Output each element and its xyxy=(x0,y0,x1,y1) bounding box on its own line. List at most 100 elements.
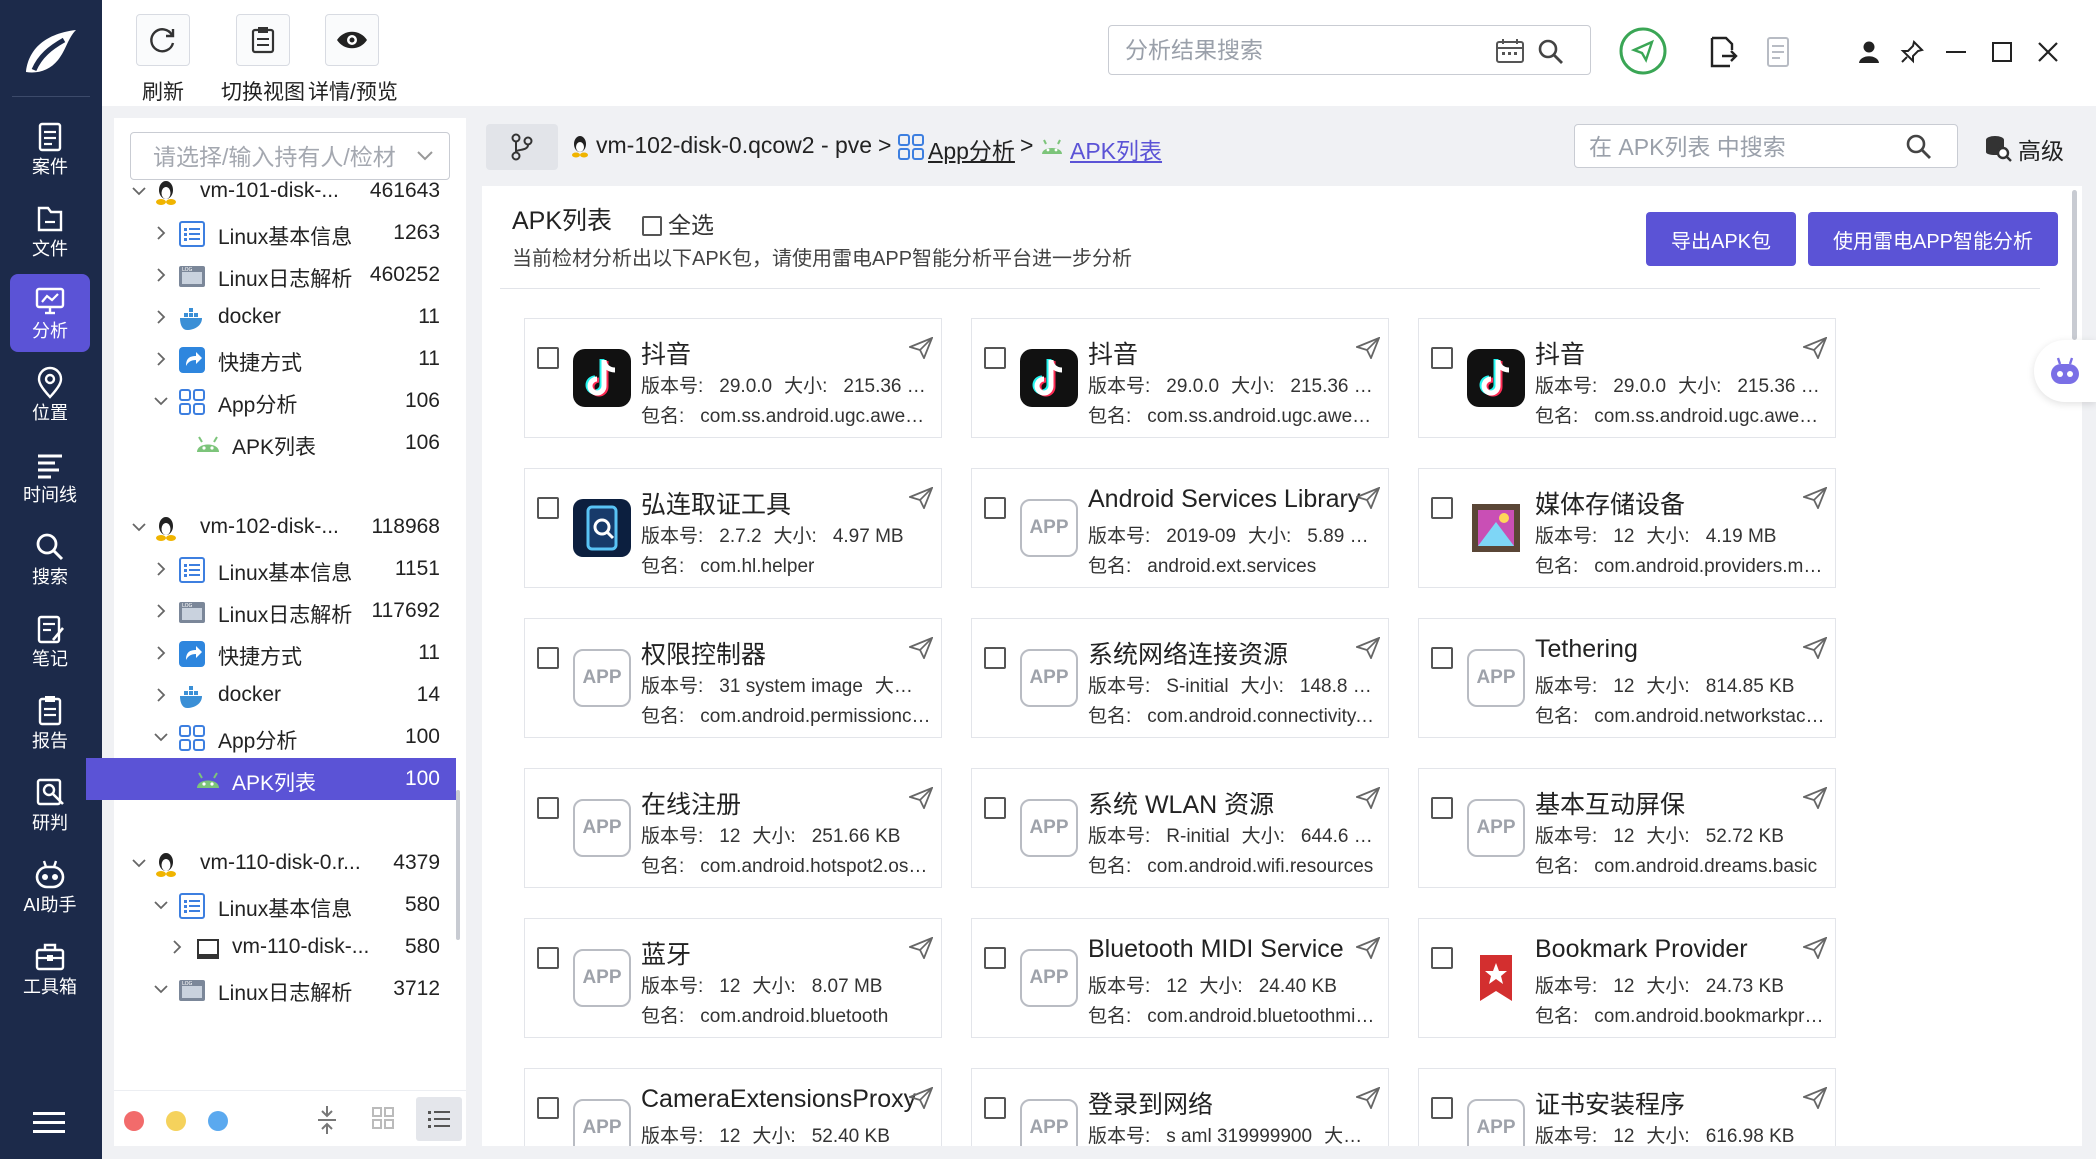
apk-card-checkbox[interactable] xyxy=(1431,347,1453,369)
tree-node[interactable]: App分析 106 xyxy=(114,380,456,422)
blue-dot-icon[interactable] xyxy=(208,1111,228,1131)
tree-node[interactable]: App分析 100 xyxy=(114,716,456,758)
user-icon[interactable] xyxy=(1858,40,1880,64)
chevron-right-icon[interactable] xyxy=(170,940,184,954)
owner-select-input[interactable] xyxy=(153,143,413,171)
send-icon[interactable] xyxy=(1803,637,1827,659)
apk-card-checkbox[interactable] xyxy=(537,647,559,669)
send-icon[interactable] xyxy=(909,487,933,509)
send-icon[interactable] xyxy=(1356,937,1380,959)
nav-item-ai-assistant[interactable]: AI助手 xyxy=(10,848,90,926)
nav-item-report[interactable]: 报告 xyxy=(10,684,90,762)
apk-card[interactable]: APP登录到网络版本号:s aml 319999900大小:包名:com.and… xyxy=(971,1068,1389,1146)
grid-view-icon[interactable] xyxy=(372,1107,394,1129)
send-icon[interactable] xyxy=(1803,787,1827,809)
send-icon[interactable] xyxy=(909,637,933,659)
minimize-icon[interactable] xyxy=(1946,50,1966,54)
chevron-right-icon[interactable] xyxy=(154,562,168,576)
apk-card-checkbox[interactable] xyxy=(984,1097,1006,1119)
send-icon[interactable] xyxy=(1356,787,1380,809)
refresh-button[interactable]: 刷新 xyxy=(136,14,190,106)
apk-card[interactable]: APP 基本互动屏保 版本号: 12 大小: 52.72 KB 包名: com.android… xyxy=(1418,768,1836,888)
apk-card[interactable]: 媒体存储设备 版本号: 12 大小: 4.19 MB 包名: com.android.pro… xyxy=(1418,468,1836,588)
apk-card-checkbox[interactable] xyxy=(537,347,559,369)
advanced-search-button[interactable]: 高级 xyxy=(1982,130,2082,164)
details-preview-button[interactable]: 详情/预览 xyxy=(308,14,398,106)
tree-node[interactable]: APK列表 100 xyxy=(86,758,456,800)
tree-node[interactable]: vm-110-disk-... 580 xyxy=(114,926,456,968)
tree-node[interactable]: APK列表 106 xyxy=(114,422,456,464)
apk-card-checkbox[interactable] xyxy=(537,1097,559,1119)
chevron-right-icon[interactable] xyxy=(154,688,168,702)
send-icon[interactable] xyxy=(1803,487,1827,509)
export-apk-button[interactable]: 导出APK包 xyxy=(1646,212,1796,266)
chevron-right-icon[interactable] xyxy=(154,268,168,282)
list-view-button[interactable] xyxy=(416,1097,462,1141)
tree-node[interactable]: Linux基本信息 1263 xyxy=(114,212,456,254)
search-icon[interactable] xyxy=(1905,133,1933,161)
send-icon[interactable] xyxy=(909,1087,933,1109)
apk-card[interactable]: APP 在线注册 版本号: 12 大小: 251.66 KB 包名: com.android.… xyxy=(524,768,942,888)
tree-node[interactable]: LOG Linux日志解析 460252 xyxy=(114,254,456,296)
pin-icon[interactable] xyxy=(1900,40,1924,64)
tree-node[interactable]: vm-101-disk-... 461643 xyxy=(114,170,456,212)
switch-view-button[interactable]: 切换视图 xyxy=(218,14,308,106)
collapse-all-icon[interactable] xyxy=(316,1105,338,1135)
tree-scrollbar[interactable] xyxy=(456,790,460,940)
send-icon[interactable] xyxy=(1356,637,1380,659)
apk-card[interactable]: 抖音 版本号: 29.0.0 大小: 215.36 MB 包名: com.ss.androi… xyxy=(524,318,942,438)
nav-item-toolbox[interactable]: 工具箱 xyxy=(10,930,90,1008)
chevron-down-icon[interactable] xyxy=(132,520,146,534)
apk-card[interactable]: 弘连取证工具 版本号: 2.7.2 大小: 4.97 MB 包名: com.hl.helpe… xyxy=(524,468,942,588)
send-icon[interactable] xyxy=(1803,337,1827,359)
apk-card-checkbox[interactable] xyxy=(1431,797,1453,819)
tree-node[interactable]: Linux基本信息 580 xyxy=(114,884,456,926)
apk-card[interactable]: APP 蓝牙 版本号: 12 大小: 8.07 MB 包名: com.android.blue… xyxy=(524,918,942,1038)
chevron-right-icon[interactable] xyxy=(154,352,168,366)
send-icon[interactable] xyxy=(1356,337,1380,359)
chevron-down-icon[interactable] xyxy=(154,898,168,912)
apk-card-checkbox[interactable] xyxy=(1431,647,1453,669)
nav-item-notes[interactable]: 笔记 xyxy=(10,602,90,680)
apk-card-checkbox[interactable] xyxy=(537,797,559,819)
apk-card-checkbox[interactable] xyxy=(984,497,1006,519)
apk-card[interactable]: APP Android Services Library 版本号: 2019-09 大小… xyxy=(971,468,1389,588)
nav-item-timeline[interactable]: 时间线 xyxy=(10,438,90,516)
tree-node[interactable]: docker 14 xyxy=(114,674,456,716)
branch-button[interactable] xyxy=(486,124,558,170)
tree-node[interactable]: Linux基本信息 1151 xyxy=(114,548,456,590)
tree-node[interactable]: LOG Linux日志解析 3712 xyxy=(114,968,456,1010)
nav-item-case[interactable]: 案件 xyxy=(10,110,90,188)
apk-card[interactable]: APP Tethering 版本号: 12 大小: 814.85 KB 包名: com.and… xyxy=(1418,618,1836,738)
apk-search-input[interactable] xyxy=(1589,133,1889,161)
nav-item-analysis[interactable]: 分析 xyxy=(10,274,90,352)
tree-node[interactable]: vm-110-disk-0.r... 4379 xyxy=(114,842,456,884)
chevron-down-icon[interactable] xyxy=(132,856,146,870)
apk-card-checkbox[interactable] xyxy=(1431,1097,1453,1119)
send-icon[interactable] xyxy=(909,937,933,959)
apk-card[interactable]: Bookmark Provider 版本号: 12 大小: 24.73 KB 包名: com… xyxy=(1418,918,1836,1038)
apk-card-checkbox[interactable] xyxy=(984,647,1006,669)
apk-card[interactable]: APP证书安装程序版本号:12大小:616.98 KB包名:com.androi… xyxy=(1418,1068,1836,1146)
analyze-with-leidian-button[interactable]: 使用雷电APP智能分析 xyxy=(1808,212,2058,266)
chevron-right-icon[interactable] xyxy=(154,310,168,324)
breadcrumb-disk[interactable]: vm-102-disk-0.qcow2 - pve xyxy=(596,132,872,159)
apk-card[interactable]: APP 系统网络连接资源 版本号: S-initial 大小: 148.8 KB 包名: co… xyxy=(971,618,1389,738)
maximize-icon[interactable] xyxy=(1992,42,2012,62)
apk-card-checkbox[interactable] xyxy=(1431,497,1453,519)
chevron-down-icon[interactable] xyxy=(132,184,146,198)
calendar-icon[interactable] xyxy=(1495,38,1525,64)
send-icon[interactable] xyxy=(909,787,933,809)
send-icon[interactable] xyxy=(1803,1087,1827,1109)
breadcrumb-app-analysis[interactable]: App分析 xyxy=(928,132,1015,166)
apk-card[interactable]: 抖音 版本号: 29.0.0 大小: 215.36 MB 包名: com.ss.androi… xyxy=(971,318,1389,438)
shield-status-icon[interactable] xyxy=(1618,26,1668,76)
ai-robot-button[interactable] xyxy=(2034,340,2096,402)
tree-node[interactable]: LOG Linux日志解析 117692 xyxy=(114,590,456,632)
apk-card[interactable]: 抖音 版本号: 29.0.0 大小: 215.36 MB 包名: com.ss.androi… xyxy=(1418,318,1836,438)
chevron-down-icon[interactable] xyxy=(154,730,168,744)
tree-node[interactable]: 快捷方式 11 xyxy=(114,338,456,380)
apk-card-checkbox[interactable] xyxy=(537,497,559,519)
tree-node[interactable]: 快捷方式 11 xyxy=(114,632,456,674)
select-all-checkbox[interactable]: 全选 xyxy=(642,206,714,240)
